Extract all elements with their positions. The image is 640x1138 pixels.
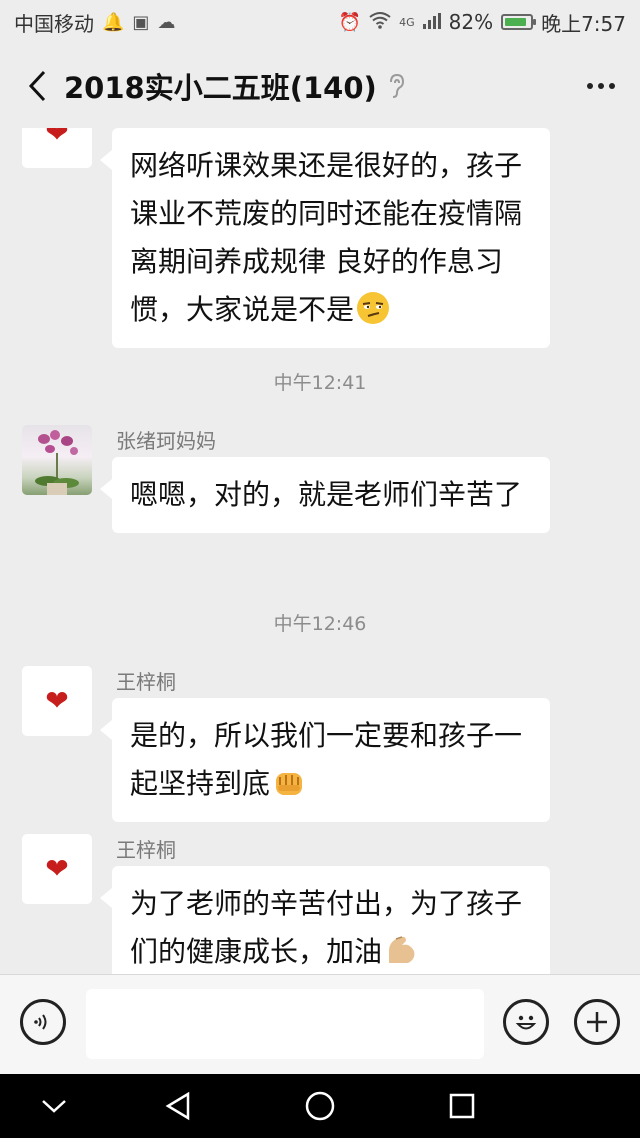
ear-mute-icon: [387, 73, 405, 99]
heart-icon: ❤: [45, 684, 69, 717]
more-dot-icon: [587, 83, 593, 89]
plus-icon: [587, 1012, 607, 1032]
message-text: 网络听课效果还是很好的，孩子课业不荒废的同时还能在疫情隔离期间养成规律 良好的作…: [130, 149, 523, 326]
chat-title-bar: 2018实小二五班(140): [0, 44, 640, 128]
message-text-field[interactable]: [86, 989, 484, 1059]
system-navigation-bar: [0, 1074, 640, 1138]
status-bar: 中国移动 🔔 ▣ ☁ ⏰ 4G 82% 晚上7:57: [0, 0, 640, 44]
heart-avatar[interactable]: ❤: [22, 128, 92, 168]
chat-title: 2018实小二五班(140): [64, 71, 377, 105]
message-text: 嗯嗯，对的，就是老师们辛苦了: [130, 478, 523, 511]
voice-input-button[interactable]: [20, 999, 66, 1045]
back-arrow-icon: [28, 70, 46, 102]
message-bubble[interactable]: 是的，所以我们一定要和孩子一起坚持到底: [100, 698, 550, 822]
app-notification-icon: ▣: [132, 11, 150, 33]
smirk-emoji-icon: [357, 292, 390, 324]
flexed-biceps-emoji-icon: [389, 936, 415, 963]
nav-recents-button[interactable]: [442, 1086, 482, 1126]
nav-home-button[interactable]: [300, 1086, 340, 1126]
message-bubble[interactable]: 嗯嗯，对的，就是老师们辛苦了: [100, 457, 550, 533]
orchid-photo-icon: [35, 430, 79, 495]
battery-icon: [501, 14, 537, 30]
heart-icon: ❤: [45, 128, 69, 149]
alarm-icon: ⏰: [338, 11, 362, 33]
cloud-icon: ☁: [157, 11, 176, 33]
more-options-button[interactable]: [580, 66, 622, 106]
sender-name: 王梓桐: [116, 838, 176, 862]
network-type-label: 4G: [399, 15, 415, 29]
signal-icon: [422, 10, 441, 34]
square-recents-icon: [449, 1093, 475, 1119]
heart-avatar[interactable]: ❤: [22, 666, 92, 736]
more-dot-icon: [598, 83, 604, 89]
sender-name: 张绪珂妈妈: [116, 429, 216, 453]
heart-avatar[interactable]: ❤: [22, 834, 92, 904]
triangle-back-icon: [165, 1091, 190, 1121]
message-text: 是的，所以我们一定要和孩子一起坚持到底: [130, 719, 523, 800]
wifi-icon: [369, 11, 391, 34]
voice-icon: [34, 1014, 47, 1030]
timestamp: 中午12:41: [273, 372, 367, 394]
notification-bell-icon: 🔔: [102, 11, 125, 33]
heart-icon: ❤: [45, 852, 69, 885]
chat-messages[interactable]: ❤ 网络听课效果还是很好的，孩子课业不荒废的同时还能在疫情隔离期间养成规律 良好…: [0, 128, 640, 974]
flower-photo-avatar[interactable]: [22, 425, 92, 495]
message-text: 为了老师的辛苦付出，为了孩子们的健康成长，加油: [130, 887, 523, 968]
chevron-down-icon: [42, 1100, 66, 1113]
timestamp: 中午12:46: [273, 613, 367, 635]
clock-label: 晚上7:57: [541, 11, 626, 36]
more-dot-icon: [609, 83, 615, 89]
fist-emoji-icon: [276, 773, 303, 795]
sender-name: 王梓桐: [116, 670, 176, 694]
hide-keyboard-button[interactable]: [34, 1086, 74, 1126]
back-button[interactable]: [20, 66, 54, 106]
circle-home-icon: [305, 1091, 335, 1121]
message-input-bar: [0, 974, 640, 1074]
carrier-label: 中国移动: [14, 11, 94, 36]
emoji-button[interactable]: [503, 999, 549, 1045]
message-bubble[interactable]: 网络听课效果还是很好的，孩子课业不荒废的同时还能在疫情隔离期间养成规律 良好的作…: [100, 128, 550, 348]
add-attachment-button[interactable]: [574, 999, 620, 1045]
message-bubble[interactable]: 为了老师的辛苦付出，为了孩子们的健康成长，加油: [100, 866, 550, 974]
nav-back-button[interactable]: [158, 1086, 198, 1126]
smiley-icon: [515, 1015, 537, 1030]
battery-percent: 82%: [448, 10, 494, 34]
